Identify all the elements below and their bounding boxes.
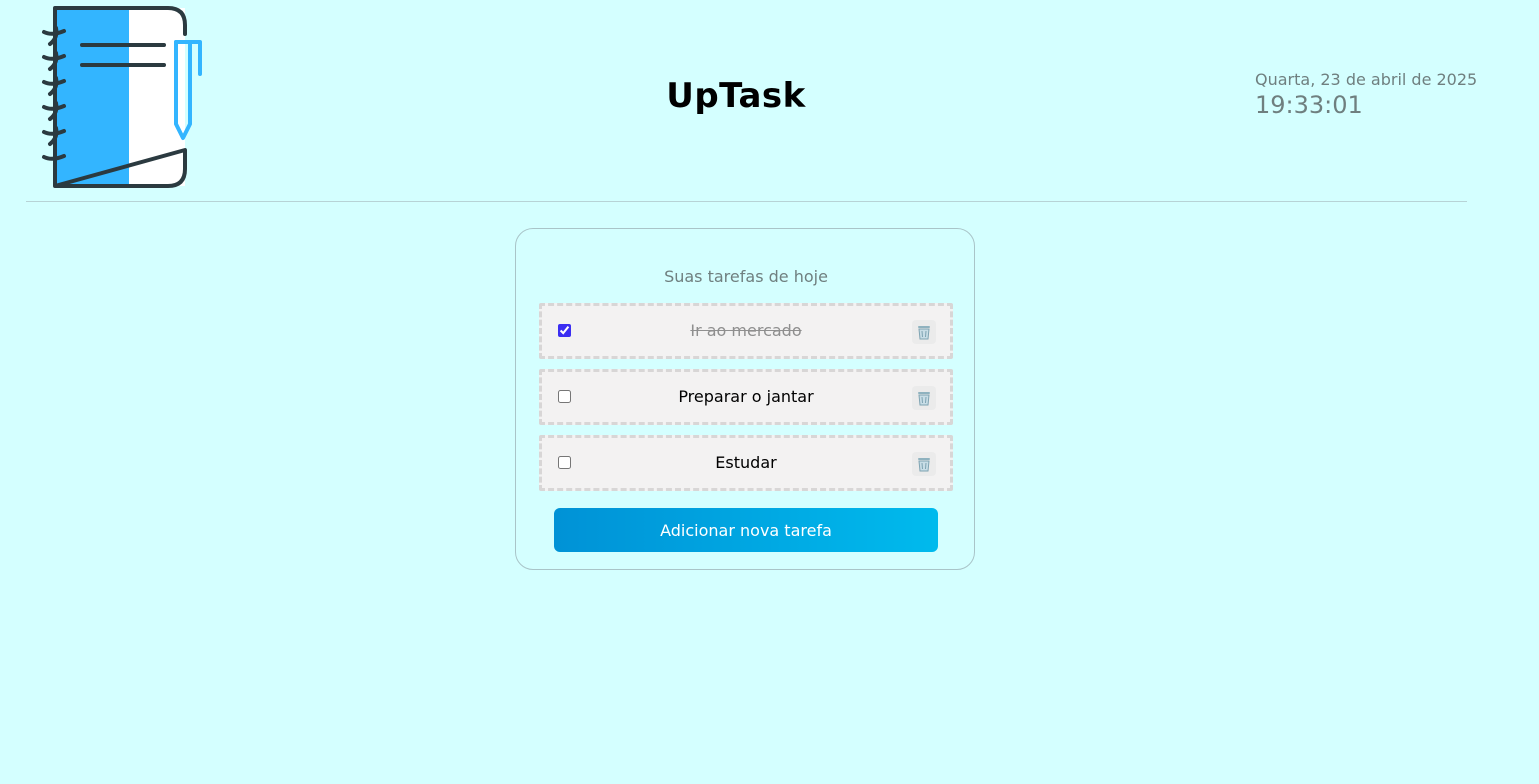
task-label: Preparar o jantar xyxy=(678,387,814,406)
task-card: Suas tarefas de hoje Ir ao mercado Prepa… xyxy=(515,228,975,570)
task-item: Estudar xyxy=(539,435,953,491)
task-item: Ir ao mercado xyxy=(539,303,953,359)
task-label: Ir ao mercado xyxy=(690,321,802,340)
task-checkbox[interactable] xyxy=(558,390,571,403)
delete-task-button[interactable] xyxy=(912,320,936,344)
trash-icon xyxy=(918,326,930,340)
task-checkbox[interactable] xyxy=(558,456,571,469)
app-title: UpTask xyxy=(666,76,806,116)
trash-icon xyxy=(918,458,930,472)
datetime: Quarta, 23 de abril de 2025 19:33:01 xyxy=(1255,70,1477,120)
header-divider xyxy=(26,201,1467,202)
current-time: 19:33:01 xyxy=(1255,91,1363,119)
header: UpTask Quarta, 23 de abril de 2025 19:33… xyxy=(0,0,1539,202)
add-task-button[interactable]: Adicionar nova tarefa xyxy=(554,508,938,552)
current-date: Quarta, 23 de abril de 2025 xyxy=(1255,70,1478,89)
delete-task-button[interactable] xyxy=(912,452,936,476)
card-subtitle: Suas tarefas de hoje xyxy=(664,267,828,286)
task-item: Preparar o jantar xyxy=(539,369,953,425)
trash-icon xyxy=(918,392,930,406)
delete-task-button[interactable] xyxy=(912,386,936,410)
task-checkbox[interactable] xyxy=(558,324,571,337)
task-label: Estudar xyxy=(715,453,777,472)
